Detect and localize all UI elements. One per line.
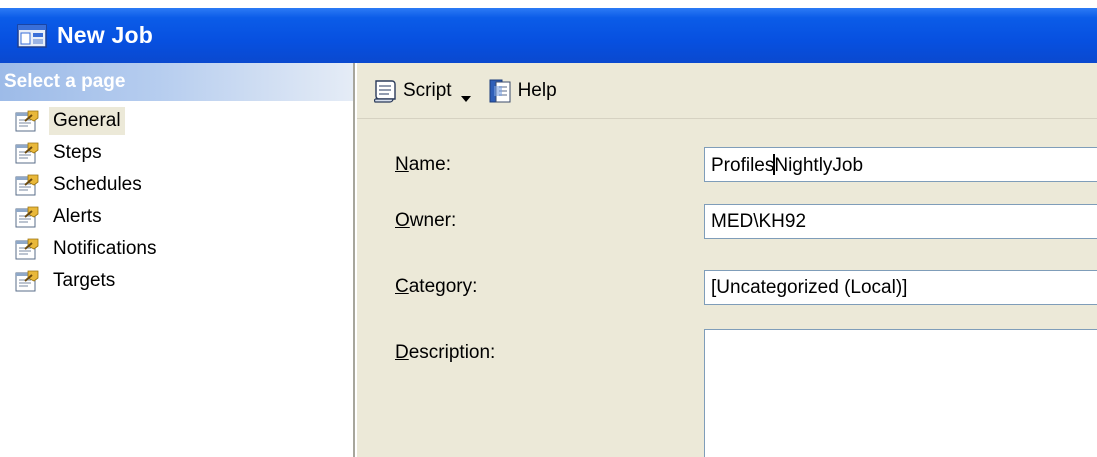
job-properties-pane: Script Help Name: ProfilesNightlyJob Own…	[357, 63, 1097, 457]
select-page-header: Select a page	[0, 63, 353, 101]
app-window-icon	[17, 23, 47, 49]
page-item-targets[interactable]: Targets	[0, 265, 353, 297]
category-select-value: [Uncategorized (Local)]	[711, 277, 908, 298]
category-label: Category:	[395, 276, 477, 298]
owner-label: Owner:	[395, 210, 456, 232]
description-label-text: escription:	[408, 342, 496, 363]
description-label: Description:	[395, 342, 495, 364]
page-item-label: Schedules	[53, 174, 142, 195]
page-item-schedules[interactable]: Schedules	[0, 169, 353, 201]
owner-input[interactable]: MED\KH92	[704, 204, 1097, 239]
page-properties-icon	[14, 109, 40, 133]
window-top-edge	[0, 0, 1097, 8]
page-properties-icon	[14, 269, 40, 293]
name-label-text: ame:	[408, 154, 451, 175]
owner-input-value: MED\KH92	[711, 211, 807, 232]
window-title: New Job	[57, 22, 153, 48]
page-properties-icon	[14, 237, 40, 261]
page-properties-icon	[14, 141, 40, 165]
help-book-icon	[486, 77, 514, 105]
help-button-label: Help	[517, 79, 557, 101]
page-properties-icon	[14, 205, 40, 229]
page-item-label: Notifications	[53, 238, 157, 259]
page-item-label: Alerts	[53, 206, 102, 227]
toolbar: Script Help	[357, 63, 1097, 119]
help-button[interactable]: Help	[482, 73, 561, 109]
page-selector-pane: Select a page General Steps Schedules Al…	[0, 63, 355, 457]
page-item-alerts[interactable]: Alerts	[0, 201, 353, 233]
page-item-notifications[interactable]: Notifications	[0, 233, 353, 265]
script-button-label: Script	[403, 79, 452, 101]
page-item-steps[interactable]: Steps	[0, 137, 353, 169]
category-select[interactable]: [Uncategorized (Local)]	[704, 270, 1097, 305]
page-item-label: Steps	[53, 142, 102, 163]
page-properties-icon	[14, 173, 40, 197]
name-label: Name:	[395, 154, 451, 176]
category-label-text: ategory:	[408, 276, 478, 297]
page-list: General Steps Schedules Alerts Notificat…	[0, 101, 353, 297]
name-label-accelerator: N	[395, 154, 409, 175]
script-scroll-icon	[371, 77, 399, 105]
name-input-value: ProfilesNightlyJob	[711, 154, 864, 176]
owner-label-accelerator: O	[395, 210, 410, 231]
owner-label-text: wner:	[409, 210, 457, 231]
description-label-accelerator: D	[395, 342, 409, 363]
general-form: Name: ProfilesNightlyJob Owner: MED\KH92…	[357, 120, 1097, 457]
name-input[interactable]: ProfilesNightlyJob	[704, 147, 1097, 182]
page-item-general[interactable]: General	[0, 105, 353, 137]
dropdown-arrow-icon[interactable]	[460, 87, 472, 102]
page-item-label: General	[49, 107, 125, 135]
page-item-label: Targets	[53, 270, 116, 291]
category-label-accelerator: C	[395, 276, 409, 297]
title-bar[interactable]: New Job	[0, 8, 1097, 63]
text-caret	[773, 154, 776, 175]
script-button[interactable]: Script	[367, 73, 482, 109]
description-textarea[interactable]	[704, 329, 1097, 457]
